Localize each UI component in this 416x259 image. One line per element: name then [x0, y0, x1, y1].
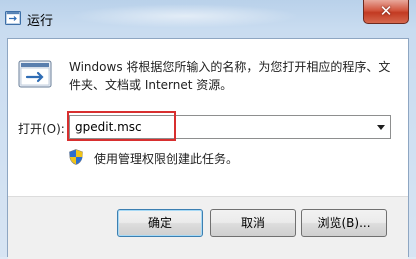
- browse-button[interactable]: 浏览(B)...: [301, 209, 387, 237]
- dialog-description: Windows 将根据您所输入的名称，为您打开相应的程序、文件夹、文档或 Int…: [69, 60, 391, 92]
- close-button[interactable]: ✕: [363, 0, 409, 24]
- dropdown-toggle[interactable]: [373, 117, 389, 137]
- command-combobox[interactable]: gpedit.msc: [69, 115, 391, 139]
- open-field-label: 打开(O):: [18, 122, 65, 136]
- command-input[interactable]: gpedit.msc: [75, 120, 142, 134]
- run-dialog-window: 运行 ✕ Windows 将根据您所输入的名称，为您打开相应的程序、文件夹、文档…: [0, 0, 416, 259]
- cancel-button[interactable]: 取消: [210, 209, 296, 237]
- title-glow: [70, 4, 300, 28]
- dialog-body: Windows 将根据您所输入的名称，为您打开相应的程序、文件夹、文档或 Int…: [7, 38, 409, 259]
- admin-privilege-note: 使用管理权限创建此任务。: [94, 152, 239, 166]
- window-title: 运行: [27, 14, 54, 29]
- ok-button[interactable]: 确定: [117, 209, 203, 237]
- title-bar[interactable]: 运行 ✕: [0, 0, 416, 38]
- shield-icon: [69, 149, 83, 165]
- run-app-icon: [5, 11, 21, 25]
- run-icon: [18, 60, 52, 88]
- chevron-down-icon: [377, 124, 385, 130]
- close-icon: ✕: [379, 2, 393, 20]
